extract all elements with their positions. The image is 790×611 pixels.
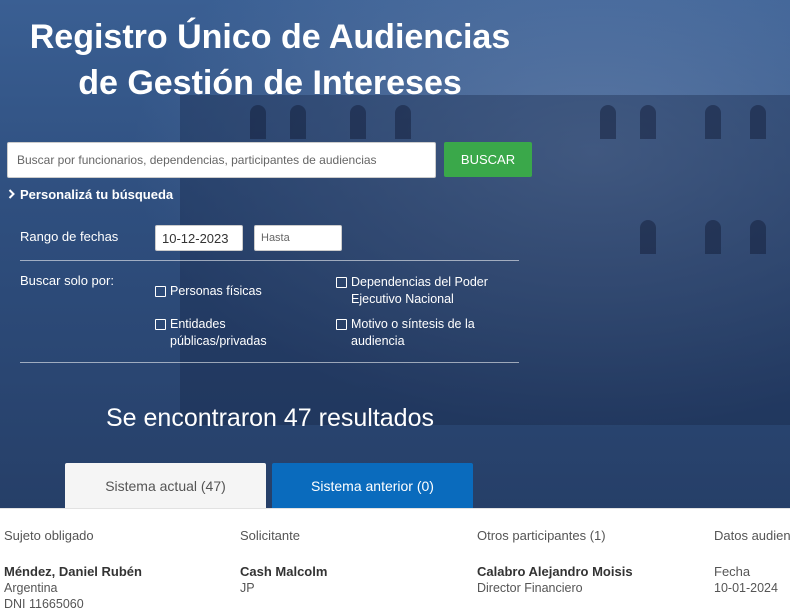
otros-role: Director Financiero: [477, 581, 583, 595]
divider: [20, 260, 519, 261]
filter-personas-fisicas-label: Personas físicas: [170, 284, 262, 298]
filter-motivo-label: Motivo o síntesis de la audiencia: [351, 317, 475, 348]
sujeto-name: Méndez, Daniel Rubén: [4, 564, 142, 579]
datos-fecha-value: 10-01-2024: [714, 581, 778, 595]
solicitante-detail: JP: [240, 581, 255, 595]
search-only-label: Buscar solo por:: [20, 273, 114, 288]
otros-name: Calabro Alejandro Moisis: [477, 564, 633, 579]
results-count: Se encontraron 47 resultados: [106, 404, 434, 432]
column-header-otros: Otros participantes (1): [477, 528, 606, 543]
customize-search-label: Personalizá tu búsqueda: [20, 187, 174, 202]
sujeto-doc: DNI 11665060: [4, 597, 84, 611]
checkbox-personas-fisicas[interactable]: [155, 286, 166, 297]
column-header-datos: Datos audien: [714, 528, 790, 543]
filter-entidades-label: Entidades públicas/privadas: [170, 317, 267, 348]
checkbox-dependencias[interactable]: [336, 277, 347, 288]
filter-motivo[interactable]: Motivo o síntesis de la audiencia: [336, 316, 475, 350]
results-table: Sujeto obligado Solicitante Otros partic…: [0, 508, 790, 611]
tab-sistema-anterior[interactable]: Sistema anterior (0): [272, 463, 473, 508]
filter-dependencias[interactable]: Dependencias del Poder Ejecutivo Nacional: [336, 274, 488, 308]
date-range-label: Rango de fechas: [20, 229, 119, 244]
chevron-right-icon: [8, 187, 20, 202]
page-title: Registro Único de Audiencias de Gestión …: [0, 14, 540, 106]
search-button[interactable]: BUSCAR: [444, 142, 532, 177]
filter-entidades[interactable]: Entidades públicas/privadas: [155, 316, 267, 350]
search-input[interactable]: [7, 142, 436, 178]
filter-personas-fisicas[interactable]: Personas físicas: [155, 283, 262, 300]
hero-banner: Registro Único de Audiencias de Gestión …: [0, 0, 790, 508]
customize-search-toggle[interactable]: Personalizá tu búsqueda: [8, 187, 173, 202]
datos-fecha-label: Fecha: [714, 564, 751, 579]
tab-sistema-actual[interactable]: Sistema actual (47): [65, 463, 266, 508]
page-title-line1: Registro Único de Audiencias: [29, 18, 511, 56]
checkbox-entidades[interactable]: [155, 319, 166, 330]
date-to-input[interactable]: [254, 225, 342, 251]
sujeto-country: Argentina: [4, 581, 58, 595]
filter-dependencias-label: Dependencias del Poder Ejecutivo Nacional: [351, 275, 488, 306]
column-header-sujeto: Sujeto obligado: [4, 528, 94, 543]
column-header-solicitante: Solicitante: [240, 528, 300, 543]
solicitante-name: Cash Malcolm: [240, 564, 328, 579]
date-from-input[interactable]: [155, 225, 243, 251]
page-title-line2: de Gestión de Intereses: [78, 64, 462, 102]
checkbox-motivo[interactable]: [336, 319, 347, 330]
divider: [20, 362, 519, 363]
